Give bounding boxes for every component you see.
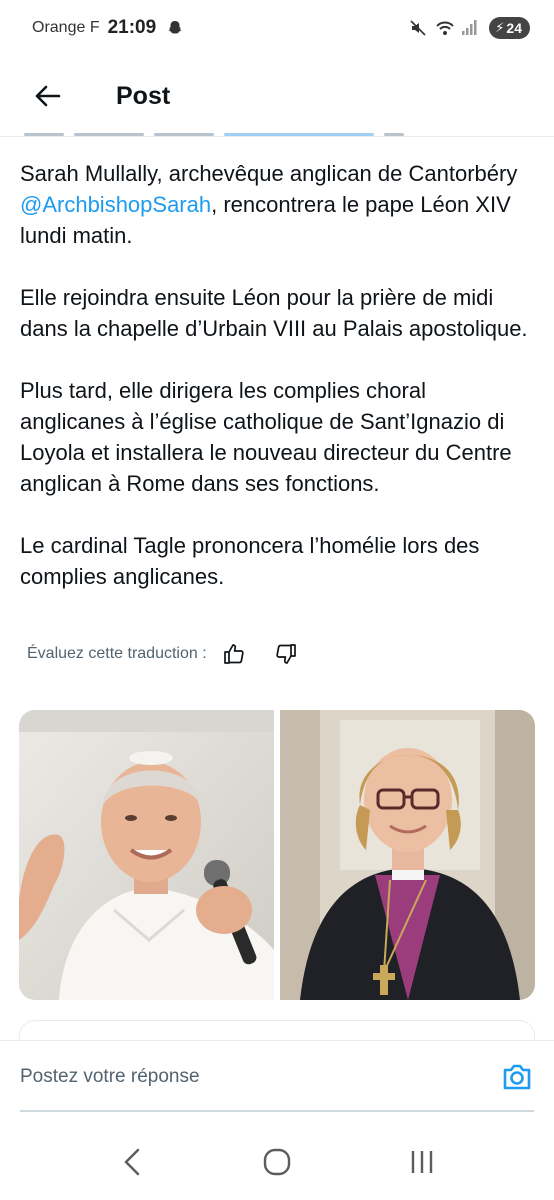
post-paragraph-4: Le cardinal Tagle prononcera l’homélie l… <box>20 533 480 589</box>
battery-icon: ⚡ 24 <box>489 17 530 39</box>
nav-back-button[interactable] <box>108 1138 156 1186</box>
recents-icon <box>411 1151 432 1173</box>
carrier-label: Orange F <box>32 19 100 36</box>
paragraph-1-start: Sarah Mullally, archevêque anglican de C… <box>20 161 518 186</box>
thumbs-up-icon[interactable] <box>221 641 247 667</box>
nav-home-button[interactable] <box>253 1138 301 1186</box>
nav-recents-button[interactable] <box>398 1138 446 1186</box>
snapchat-ghost-icon <box>166 19 184 37</box>
reply-underline <box>20 1110 534 1112</box>
photo-pope[interactable] <box>19 710 274 1000</box>
mute-icon <box>409 19 427 37</box>
post-text: Sarah Mullally, archevêque anglican de C… <box>20 158 534 623</box>
chevron-left-icon <box>124 1148 140 1176</box>
truncated-previous-line <box>24 128 474 140</box>
wifi-icon <box>435 19 455 37</box>
post-paragraph-3: Plus tard, elle dirigera les complies ch… <box>20 378 512 496</box>
reply-bar <box>0 1040 554 1112</box>
screen: Orange F 21:09 ⚡ 24 Post Sarah Mullally,… <box>0 0 554 1200</box>
translation-rating: Évaluez cette traduction : <box>27 640 299 668</box>
header-divider <box>0 136 554 137</box>
camera-icon <box>503 1064 531 1089</box>
home-circle-icon <box>263 1148 291 1176</box>
app-header: Post <box>0 56 554 136</box>
post-paragraph-2: Elle rejoindra ensuite Léon pour la priè… <box>20 285 528 341</box>
post-paragraph-1: Sarah Mullally, archevêque anglican de C… <box>20 158 534 251</box>
system-nav-bar <box>0 1124 554 1200</box>
reply-input[interactable] <box>20 1065 500 1088</box>
media-grid <box>19 710 535 1000</box>
page-title: Post <box>116 81 171 110</box>
translation-rating-label: Évaluez cette traduction : <box>27 645 207 662</box>
battery-level: 24 <box>506 20 522 36</box>
clock: 21:09 <box>107 17 157 38</box>
arrow-left-icon <box>35 85 61 107</box>
thumbs-down-icon[interactable] <box>273 641 299 667</box>
camera-button[interactable] <box>500 1060 534 1094</box>
photo-archbishop[interactable] <box>280 710 535 1000</box>
signal-icon <box>461 19 479 37</box>
status-bar: Orange F 21:09 ⚡ 24 <box>0 0 554 56</box>
back-button[interactable] <box>30 79 64 113</box>
mention-link[interactable]: @ArchbishopSarah <box>20 192 211 217</box>
